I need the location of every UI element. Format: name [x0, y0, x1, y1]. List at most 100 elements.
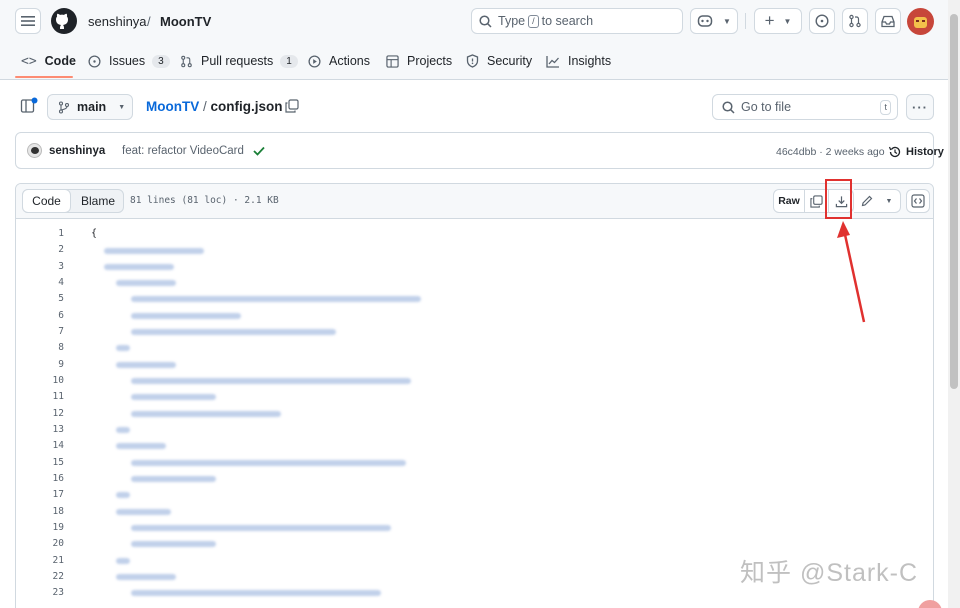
tab-actions-label: Actions	[329, 54, 370, 68]
menu-button[interactable]	[15, 8, 41, 34]
blame-view-button[interactable]: Blame	[73, 190, 123, 212]
issues-count-badge: 3	[152, 54, 170, 68]
tab-insights[interactable]: Insights	[546, 48, 611, 74]
go-to-file-input[interactable]: Go to file t	[712, 94, 898, 120]
blurred-code	[116, 443, 166, 449]
download-highlight-box	[825, 179, 852, 219]
table-icon	[386, 54, 399, 68]
issue-icon	[88, 54, 101, 68]
blurred-code	[116, 345, 130, 351]
blurred-code	[131, 476, 216, 482]
meta-dot: ·	[819, 146, 823, 158]
branch-name: main	[77, 100, 107, 114]
blurred-code	[131, 541, 216, 547]
blurred-code	[131, 411, 281, 417]
branch-icon	[58, 100, 70, 114]
annotation-arrow-icon	[837, 221, 866, 323]
tab-pull-requests[interactable]: Pull requests 1	[180, 48, 298, 74]
blurred-code	[131, 460, 406, 466]
raw-button[interactable]: Raw	[774, 190, 805, 212]
chevron-down-icon: ▼	[723, 16, 731, 26]
line-number: 23	[52, 587, 64, 598]
blurred-code	[104, 248, 204, 254]
avatar-face	[914, 17, 927, 28]
blurred-code	[131, 313, 241, 319]
symbols-button[interactable]	[906, 189, 930, 213]
avatar[interactable]	[907, 8, 934, 35]
line-number: 21	[52, 555, 64, 566]
line-number: 16	[52, 473, 64, 484]
repo-name-link[interactable]: MoonTV	[160, 14, 211, 29]
edit-group: ▼	[854, 189, 901, 213]
line-number: 18	[52, 506, 64, 517]
latest-commit-box: senshinya feat: refactor VideoCard 46c4d…	[15, 132, 944, 169]
blurred-code	[116, 362, 176, 368]
tab-security[interactable]: Security	[466, 48, 532, 74]
copy-path-icon[interactable]	[285, 99, 299, 113]
commit-author[interactable]: senshinya	[49, 145, 105, 157]
path-repo-link[interactable]: MoonTV	[146, 99, 199, 114]
blurred-code	[116, 427, 130, 433]
line-number: 9	[58, 359, 64, 370]
inbox-button[interactable]	[875, 8, 901, 34]
tab-actions[interactable]: Actions	[308, 48, 370, 74]
tab-issues-label: Issues	[109, 54, 146, 68]
copilot-button[interactable]: ▼	[690, 8, 738, 34]
go-to-file-placeholder: Go to file	[741, 100, 792, 114]
go-to-file-shortcut: t	[880, 100, 891, 115]
tab-issues[interactable]: Issues 3	[88, 48, 170, 74]
commit-time: 2 weeks ago	[825, 146, 885, 158]
code-icon: <>	[21, 53, 37, 69]
breadcrumb-separator: /	[147, 14, 151, 29]
view-mode-toggle: Code Blame	[22, 189, 124, 213]
side-panel-icon[interactable]	[20, 97, 38, 115]
line-number: 12	[52, 408, 64, 419]
header-divider	[745, 13, 746, 29]
check-icon[interactable]	[253, 146, 265, 156]
issues-button[interactable]	[809, 8, 835, 34]
chevron-down-icon: ▼	[783, 16, 792, 26]
file-path-breadcrumb: MoonTV / config.json	[146, 99, 283, 114]
more-options-button[interactable]: ···	[906, 94, 934, 120]
blurred-code	[104, 264, 174, 270]
code-view-toolbar: Code Blame 81 lines (81 loc) · 2.1 KB Ra…	[16, 184, 933, 219]
issue-icon	[815, 14, 829, 28]
author-avatar[interactable]	[27, 143, 42, 158]
line-number: 20	[52, 538, 64, 549]
history-button[interactable]: History	[888, 145, 944, 159]
commit-meta: 46c4dbb · 2 weeks ago	[776, 146, 885, 158]
line-number: 17	[52, 489, 64, 500]
avatar-eye	[916, 20, 919, 22]
repo-owner-link[interactable]: senshinya	[88, 14, 147, 29]
history-label: History	[906, 146, 944, 158]
tab-projects[interactable]: Projects	[386, 48, 452, 74]
blurred-code	[116, 509, 171, 515]
code-view: Code Blame 81 lines (81 loc) · 2.1 KB Ra…	[15, 183, 934, 608]
branch-selector[interactable]: main ▼	[47, 94, 133, 120]
blurred-code	[131, 378, 411, 384]
edit-options-button[interactable]: ▼	[878, 190, 900, 212]
code-view-button[interactable]: Code	[22, 189, 71, 213]
chevron-down-icon: ▼	[118, 103, 126, 111]
create-new-button[interactable]: + ▼	[754, 8, 802, 34]
github-logo-icon[interactable]	[51, 8, 77, 34]
pull-requests-button[interactable]	[842, 8, 868, 34]
line-number: 13	[52, 424, 64, 435]
scrollbar-thumb[interactable]	[950, 14, 958, 389]
tab-code[interactable]: <> Code	[21, 48, 76, 74]
line-number: 22	[52, 571, 64, 582]
shield-icon	[466, 54, 479, 68]
blurred-code	[131, 590, 381, 596]
line-number: 1	[58, 228, 64, 239]
pull-request-icon	[849, 14, 861, 28]
search-input[interactable]: Type / to search	[471, 8, 683, 34]
search-icon	[479, 15, 492, 28]
line-number: 15	[52, 457, 64, 468]
edit-file-button[interactable]	[856, 190, 878, 212]
commit-message[interactable]: feat: refactor VideoCard	[122, 145, 244, 157]
commit-hash[interactable]: 46c4dbb	[776, 146, 816, 158]
line-number: 6	[58, 310, 64, 321]
line-number: 19	[52, 522, 64, 533]
watermark-text: 知乎 @Stark-C	[740, 559, 919, 587]
pull-requests-count-badge: 1	[280, 54, 298, 68]
